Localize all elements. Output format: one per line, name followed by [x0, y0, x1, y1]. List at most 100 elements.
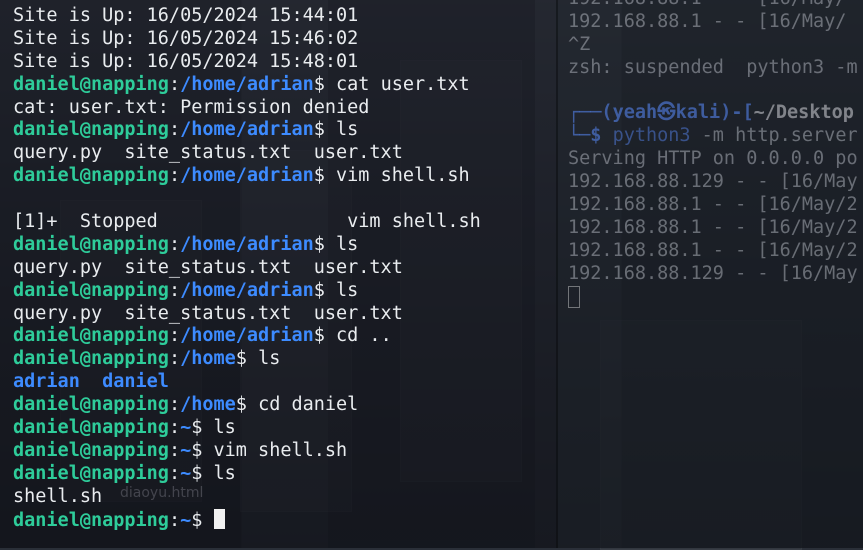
prompt-user-host: daniel@napping — [13, 394, 169, 416]
terminal-output-line: Site is Up: 16/05/2024 15:48:01 — [13, 50, 359, 72]
terminal-prompt-line: daniel@napping:/home$ ls — [13, 348, 481, 371]
prompt-symbol: $ — [313, 325, 337, 347]
prompt-command: ls — [336, 233, 359, 255]
prompt-path: /home/adrian — [180, 325, 314, 347]
terminal-prompt-line: daniel@napping:~$ ls — [13, 463, 481, 486]
prompt-user-host: daniel@napping — [13, 462, 169, 484]
prompt-path: /home/adrian — [180, 119, 314, 141]
pane-divider[interactable] — [556, 0, 558, 548]
prompt-command: ls — [336, 119, 359, 141]
prompt-at-symbol: ㉿ — [657, 102, 676, 124]
directory-listing: adrian daniel — [13, 371, 169, 393]
kali-prompt-header: ┌──(yeah㉿kali)-[~/Desktop — [568, 102, 858, 125]
prompt-user-host: daniel@napping — [13, 73, 169, 95]
prompt-separator: : — [168, 325, 181, 347]
terminal-prompt-line: daniel@napping:/home/adrian$ vim shell.s… — [13, 165, 481, 188]
left-terminal-output: Site is Up: 16/05/2024 15:44:01 Site is U… — [13, 5, 481, 531]
prompt-user-host: daniel@napping — [13, 348, 169, 370]
prompt-decoration: ┌──( — [568, 102, 613, 124]
prompt-separator: : — [168, 233, 181, 255]
prompt-separator: : — [168, 119, 181, 141]
text-cursor[interactable] — [568, 285, 580, 308]
prompt-command-name: python3 — [612, 125, 691, 147]
prompt-symbol: $ — [313, 165, 337, 187]
prompt-symbol: $ — [313, 73, 337, 95]
terminal-output-line: 192.168.88.1 - - [16/May/ — [568, 10, 847, 32]
prompt-path: /home/adrian — [180, 165, 314, 187]
prompt-separator: : — [168, 417, 181, 439]
prompt-path: /home/adrian — [180, 73, 314, 95]
prompt-path: /home — [180, 394, 236, 416]
right-terminal-output: 192.168.88.1 - - [16/May/192.168.88.1 - … — [568, 0, 858, 308]
prompt-user-host: daniel@napping — [13, 509, 169, 531]
prompt-path: ~ — [180, 509, 192, 531]
prompt-symbol: $ — [313, 279, 337, 301]
prompt-decoration: └─$ — [568, 125, 613, 147]
terminal-prompt-line: daniel@napping:~$ ls — [13, 417, 481, 440]
prompt-command: cat user.txt — [336, 73, 470, 95]
prompt-user-host: daniel@napping — [13, 417, 169, 439]
prompt-user: yeah — [612, 102, 658, 124]
prompt-symbol: $ — [313, 119, 337, 141]
prompt-user-host: daniel@napping — [13, 325, 169, 347]
prompt-symbol: $ — [235, 394, 259, 416]
prompt-symbol: $ — [191, 439, 214, 461]
terminal-prompt-line: daniel@napping:/home/adrian$ cat user.tx… — [13, 74, 481, 97]
terminal-output-line: Site is Up: 16/05/2024 15:44:01 — [13, 5, 359, 26]
prompt-symbol: $ — [235, 348, 259, 370]
terminal-output-line: zsh: suspended python3 -m — [568, 56, 858, 78]
terminal-prompt-line: daniel@napping:/home/adrian$ ls — [13, 234, 481, 257]
terminal-output-line: 192.168.88.1 - - [16/May/2 — [568, 216, 858, 238]
terminal-output-line: Site is Up: 16/05/2024 15:46:02 — [13, 27, 359, 49]
prompt-path: /home — [180, 348, 236, 370]
terminal-output-line: 192.168.88.1 - - [16/May/2 — [568, 194, 858, 216]
terminal-output-line: ^Z — [568, 33, 591, 55]
terminal-prompt-line: daniel@napping:/home/adrian$ cd .. — [13, 325, 481, 348]
terminal-cursor-line — [568, 285, 858, 309]
prompt-user-host: daniel@napping — [13, 165, 169, 187]
terminal-output-line: 192.168.88.1 - - [16/May/2 — [568, 239, 858, 261]
prompt-path: ~ — [180, 417, 192, 439]
prompt-command: cd daniel — [258, 394, 359, 416]
terminal-prompt-line: daniel@napping:/home/adrian$ ls — [13, 119, 481, 142]
prompt-symbol: $ — [313, 233, 337, 255]
prompt-command: vim shell.sh — [336, 165, 470, 187]
terminal-output-line: query.py site_status.txt user.txt — [13, 142, 403, 164]
terminal-output-line: 192.168.88.1 - - [16/May/ — [568, 0, 858, 11]
terminal-output-line: 192.168.88.129 - - [16/May — [568, 262, 858, 284]
prompt-symbol: $ — [191, 417, 214, 439]
terminal-output-line: Serving HTTP on 0.0.0.0 po — [568, 148, 858, 170]
prompt-path: /home/adrian — [180, 233, 314, 255]
terminal-prompt-line: daniel@napping:/home/adrian$ ls — [13, 280, 481, 303]
prompt-separator: : — [168, 165, 181, 187]
prompt-decoration: )-[ — [720, 102, 754, 124]
prompt-host: kali — [675, 102, 721, 124]
prompt-user-host: daniel@napping — [13, 279, 169, 301]
terminal-output-line: [1]+ Stopped vim shell.sh — [13, 211, 481, 233]
text-cursor[interactable] — [213, 508, 225, 529]
prompt-symbol: $ — [191, 509, 214, 531]
prompt-user-host: daniel@napping — [13, 119, 169, 141]
prompt-separator: : — [168, 73, 181, 95]
prompt-command: ls — [213, 462, 236, 484]
prompt-command: cd .. — [336, 325, 392, 347]
prompt-separator: : — [168, 394, 181, 416]
terminal-output-line: query.py site_status.txt user.txt — [13, 302, 403, 324]
prompt-path: ~ — [180, 439, 192, 461]
prompt-user-host: daniel@napping — [13, 233, 169, 255]
terminal-prompt-line: daniel@napping:~$ vim shell.sh — [13, 440, 481, 463]
prompt-command: ls — [213, 417, 236, 439]
prompt-command: vim shell.sh — [213, 439, 348, 461]
terminal-prompt-line: daniel@napping:/home$ cd daniel — [13, 394, 481, 417]
kali-prompt-command: └─$ python3 -m http.server — [568, 125, 858, 148]
prompt-command: ls — [336, 279, 359, 301]
terminal-output-line: adrian daniel — [13, 371, 481, 394]
prompt-separator: : — [168, 279, 181, 301]
terminal-output-line: 192.168.88.129 - - [16/May — [568, 171, 858, 193]
prompt-separator: : — [168, 509, 181, 531]
terminal-output-line: cat: user.txt: Permission denied — [13, 96, 370, 118]
prompt-separator: : — [168, 348, 181, 370]
terminal-prompt-line: daniel@napping:~$ — [13, 508, 481, 532]
